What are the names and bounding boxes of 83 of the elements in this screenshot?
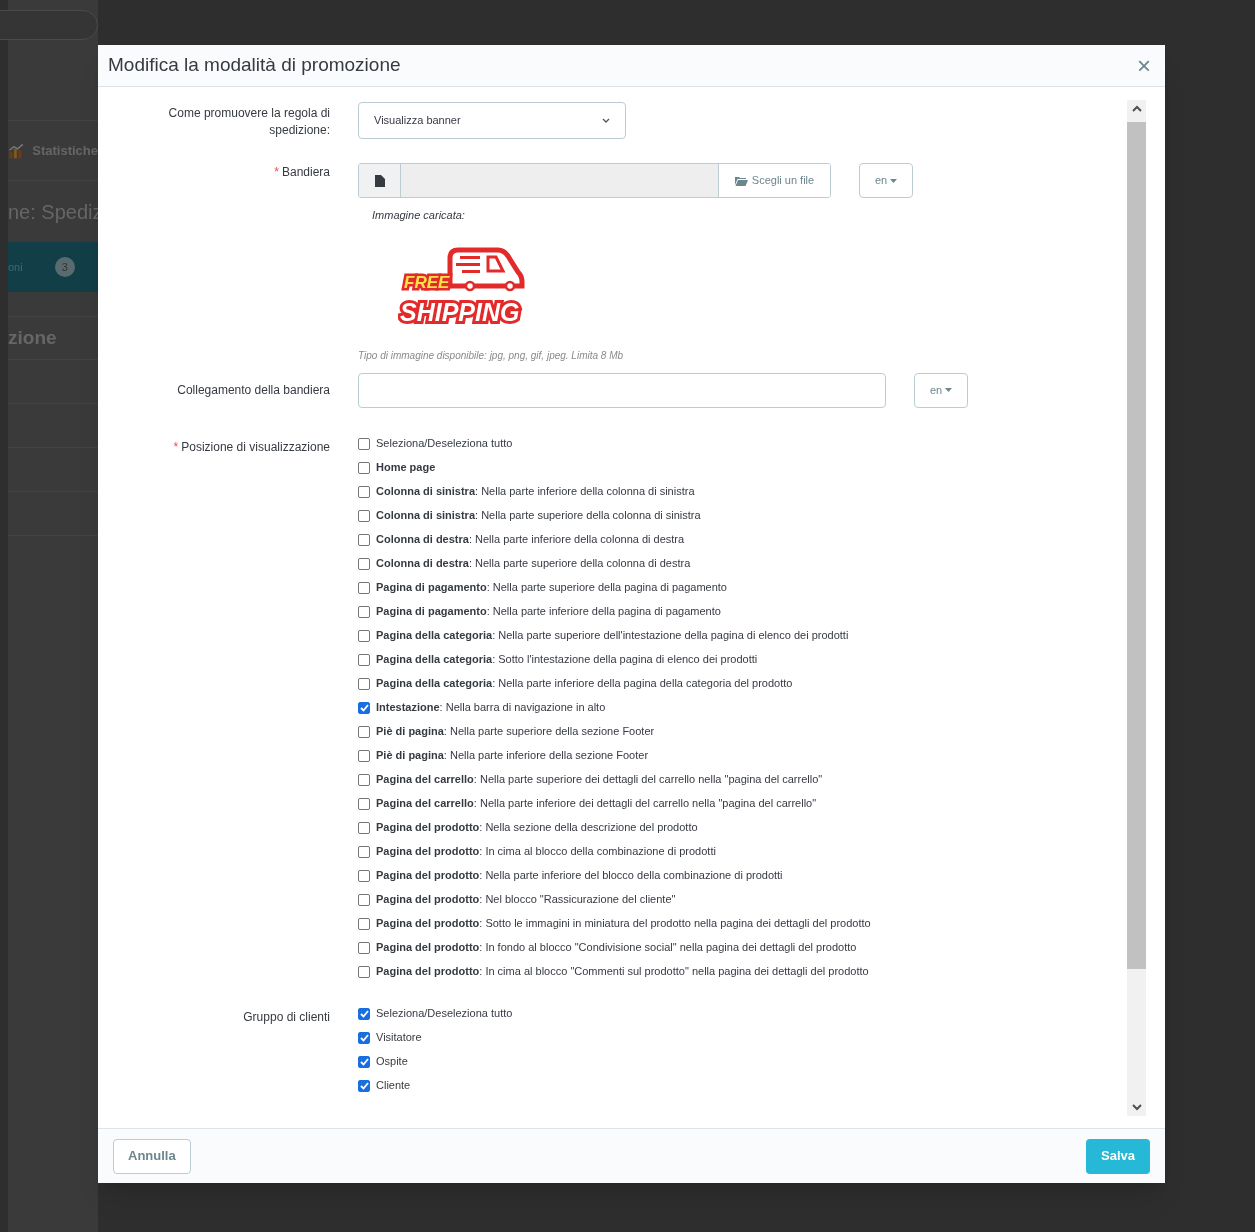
- checkbox[interactable]: [358, 869, 370, 882]
- checkbox[interactable]: [358, 797, 370, 810]
- folder-icon: [734, 175, 748, 186]
- checkbox-label[interactable]: Seleziona/Deseleziona tutto: [376, 1005, 513, 1022]
- checkbox[interactable]: [358, 701, 370, 714]
- required-mark: *: [274, 165, 279, 179]
- checkbox-label[interactable]: Pagina del carrello: Nella parte inferiore dei dettagli del carrello nella "pagina del carrello": [376, 795, 817, 812]
- checkbox-label[interactable]: Intestazione: Nella barra di navigazione in alto: [376, 699, 606, 716]
- checkbox-label[interactable]: Pagina della categoria: Nella parte inferiore della pagina della categoria del prodotto: [376, 675, 793, 692]
- step-number: 3: [54, 257, 75, 277]
- chevron-up-icon[interactable]: [1131, 105, 1142, 112]
- checkbox-label[interactable]: Pagina del prodotto: Sotto le immagini in miniatura del prodotto nella pagina dei dettagli del prodotto: [376, 915, 871, 932]
- choose-file-button[interactable]: Scegli un file: [718, 164, 830, 197]
- field-label-text: Posizione di visualizzazione: [181, 439, 330, 454]
- checkbox[interactable]: [358, 917, 370, 930]
- caret-icon: [945, 388, 953, 392]
- checkbox[interactable]: [358, 461, 370, 474]
- search-field[interactable]: [0, 10, 98, 40]
- checkbox[interactable]: [358, 1079, 370, 1092]
- checkbox-label[interactable]: Home page: [376, 459, 436, 476]
- dialog-title: Modifica la modalità di promozione: [108, 53, 401, 78]
- checkbox[interactable]: [358, 773, 370, 786]
- cancel-button[interactable]: Annulla: [113, 1138, 191, 1174]
- checkbox-label[interactable]: Pagina del prodotto: In cima al blocco della combinazione di prodotti: [376, 843, 716, 860]
- checkbox[interactable]: [358, 653, 370, 666]
- field-label: Collegamento della bandiera: [176, 381, 330, 399]
- checkbox-label[interactable]: Pagina del prodotto: Nel blocco "Rassicurazione del cliente": [376, 891, 676, 908]
- checkbox-label[interactable]: Seleziona/Deseleziona tutto: [376, 435, 513, 452]
- file-input[interactable]: Scegli un file: [358, 163, 831, 198]
- checkbox-label[interactable]: Pagina del prodotto: Nella parte inferiore del blocco della combinazione di prodotti: [376, 867, 783, 884]
- language-dropdown[interactable]: en: [914, 372, 968, 408]
- checkbox[interactable]: [358, 605, 370, 618]
- checkbox[interactable]: [358, 509, 370, 522]
- caret-icon: [890, 178, 898, 183]
- checkbox[interactable]: [358, 821, 370, 834]
- checkbox[interactable]: [358, 485, 370, 498]
- text-input[interactable]: [358, 372, 886, 408]
- checkbox[interactable]: [358, 677, 370, 690]
- checkbox[interactable]: [358, 1031, 370, 1044]
- file-icon: [374, 174, 385, 187]
- field-label: Come promuovere la regola di spedizione:: [167, 105, 330, 139]
- checkbox[interactable]: [358, 533, 370, 546]
- checkbox-label[interactable]: Pagina della categoria: Sotto l'intestazione della pagina di elenco dei prodotti: [376, 651, 758, 668]
- checkbox[interactable]: [358, 845, 370, 858]
- checkbox-label[interactable]: Colonna di sinistra: Nella parte inferiore della colonna di sinistra: [376, 483, 695, 500]
- checkbox[interactable]: [358, 1007, 370, 1020]
- chevron-down-icon: [602, 118, 610, 123]
- checkbox[interactable]: [358, 557, 370, 570]
- checkbox[interactable]: [358, 893, 370, 906]
- checkbox-label[interactable]: Pagina del carrello: Nella parte superiore dei dettagli del carrello nella "pagina del carrello": [376, 771, 823, 788]
- field-label-text: Bandiera: [281, 165, 330, 179]
- checkbox-label[interactable]: Pagina del prodotto: In fondo al blocco "Condivisione social" nella pagina dei dettagli del prodotto: [376, 939, 857, 956]
- help-text: Tipo di immagine disponibile: jpg, png, gif, jpeg. Limita 8 Mb: [358, 348, 625, 363]
- checkbox-label[interactable]: Pagina di pagamento: Nella parte superiore della pagina di pagamento: [376, 579, 727, 596]
- checkbox-label[interactable]: Pagina del prodotto: Nella sezione della descrizione del prodotto: [376, 819, 698, 836]
- checkbox-label[interactable]: Piè di pagina: Nella parte inferiore della sezione Footer: [376, 747, 649, 764]
- checkbox[interactable]: [358, 725, 370, 738]
- checkbox-label[interactable]: Colonna di sinistra: Nella parte superiore della colonna di sinistra: [376, 507, 701, 524]
- dropdown-select[interactable]: Visualizza banner: [358, 102, 626, 139]
- checkbox-label[interactable]: Colonna di destra: Nella parte inferiore della colonna di destra: [376, 531, 685, 548]
- checkbox-label[interactable]: Visitatore: [376, 1029, 422, 1046]
- checkbox-label[interactable]: Cliente: [376, 1077, 411, 1094]
- scrollbar[interactable]: [1127, 100, 1146, 1116]
- checkbox-label[interactable]: Ospite: [376, 1053, 408, 1070]
- required-mark: *: [173, 439, 179, 454]
- checkbox-label[interactable]: Piè di pagina: Nella parte superiore della sezione Footer: [376, 723, 655, 740]
- checkbox-label[interactable]: Pagina di pagamento: Nella parte inferiore della pagina di pagamento: [376, 603, 721, 620]
- scrollbar-thumb[interactable]: [1127, 122, 1146, 969]
- checkbox[interactable]: [358, 437, 370, 450]
- language-dropdown[interactable]: en: [859, 163, 913, 198]
- checkbox-label[interactable]: Pagina del prodotto: In cima al blocco "Commenti sul prodotto" nella pagina dei dettagli del prodotto: [376, 963, 869, 980]
- checkbox-label[interactable]: Pagina della categoria: Nella parte superiore dell'intestazione della pagina di elenco dei prodotti: [376, 627, 849, 644]
- checkbox-label[interactable]: Colonna di destra: Nella parte superiore della colonna di destra: [376, 555, 691, 572]
- checkbox[interactable]: [358, 965, 370, 978]
- checkbox[interactable]: [358, 581, 370, 594]
- checkbox[interactable]: [358, 941, 370, 954]
- chevron-down-icon[interactable]: [1131, 1104, 1142, 1111]
- close-button[interactable]: ×: [1133, 53, 1155, 78]
- checkbox[interactable]: [358, 629, 370, 642]
- checkbox[interactable]: [358, 1055, 370, 1068]
- field-label: Gruppo di clienti: [242, 1008, 330, 1026]
- uploaded-image-caption: Immagine caricata:: [372, 208, 466, 223]
- checkbox[interactable]: [358, 749, 370, 762]
